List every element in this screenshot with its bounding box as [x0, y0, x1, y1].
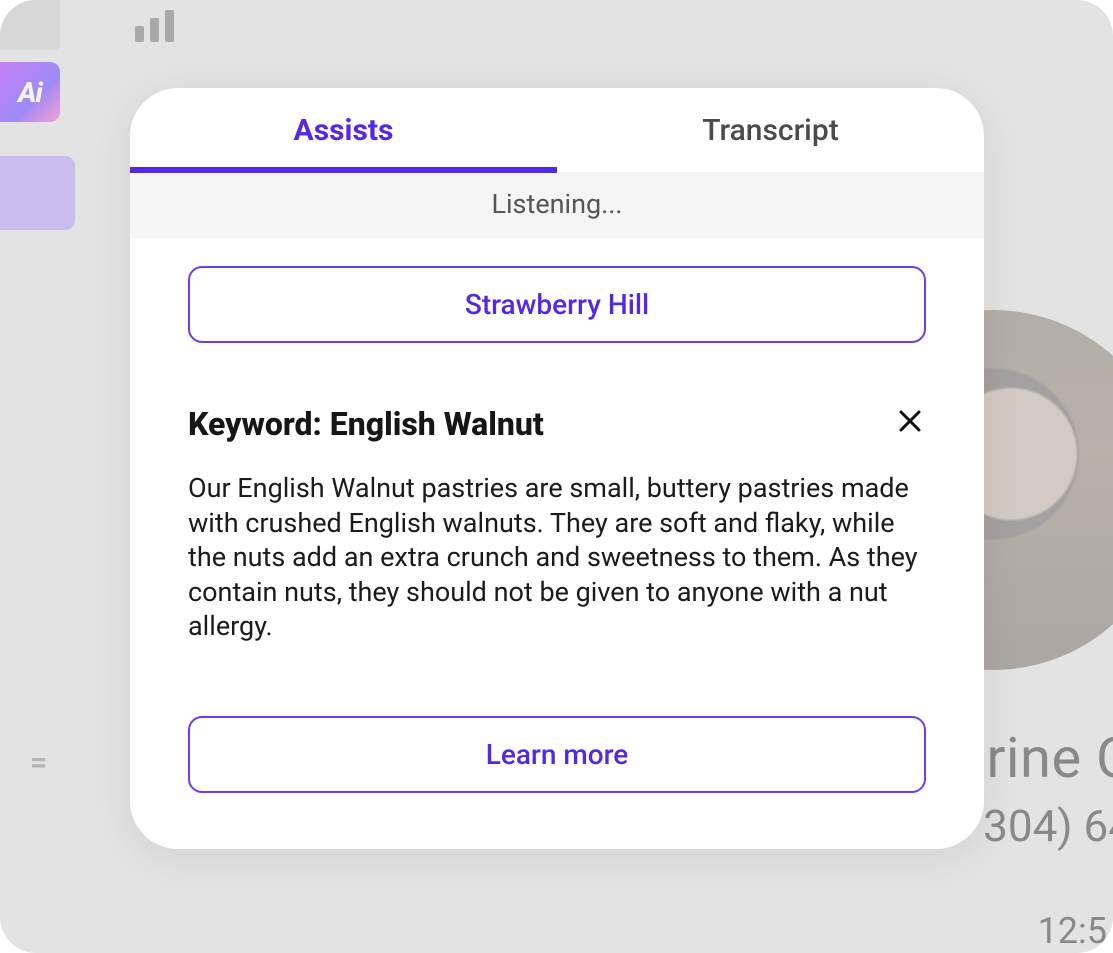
learn-more-row: Learn more [188, 716, 926, 793]
keyword-card-body: Our English Walnut pastries are small, b… [188, 471, 926, 644]
learn-more-label: Learn more [486, 738, 629, 771]
keyword-card: Keyword: English Walnut Our English Waln… [130, 343, 984, 793]
modal-tabs: Assists Transcript [130, 88, 984, 172]
tab-transcript[interactable]: Transcript [557, 88, 984, 172]
listening-status-text: Listening... [491, 188, 622, 220]
keyword-card-header: Keyword: English Walnut [188, 405, 926, 443]
tab-transcript-label: Transcript [702, 113, 838, 148]
close-icon[interactable] [894, 405, 926, 443]
suggestion-chip-label: Strawberry Hill [465, 288, 649, 321]
tab-assists[interactable]: Assists [130, 88, 557, 172]
keyword-card-title: Keyword: English Walnut [188, 405, 544, 443]
suggestion-chip-row: Strawberry Hill [130, 238, 984, 343]
suggestion-chip-strawberry-hill[interactable]: Strawberry Hill [188, 266, 926, 343]
app-viewport: Ai = rine C 304) 64 12:5 Assists Transcr… [0, 0, 1113, 953]
close-x-svg [898, 409, 922, 433]
listening-status: Listening... [130, 172, 984, 238]
tab-assists-label: Assists [294, 113, 394, 148]
assist-modal: Assists Transcript Listening... Strawber… [130, 88, 984, 849]
learn-more-button[interactable]: Learn more [188, 716, 926, 793]
